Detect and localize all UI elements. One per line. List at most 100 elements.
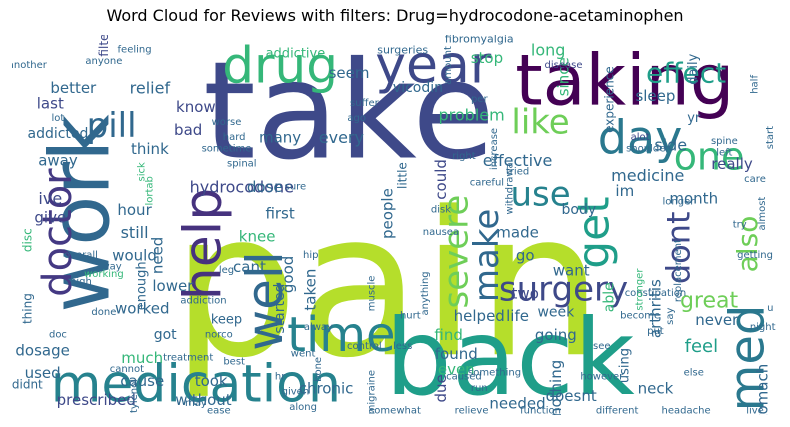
word-ease: ease — [207, 406, 231, 415]
word-surgeries: surgeries — [377, 44, 428, 57]
word-filter: filter — [97, 35, 111, 57]
word-people: people — [378, 188, 396, 239]
word-try: try — [733, 220, 747, 231]
word-caused: caused — [446, 372, 482, 383]
word-drug: drug — [222, 36, 338, 94]
word-hr: hr — [275, 372, 286, 383]
word-control: control — [347, 341, 382, 352]
word-doc: doc — [49, 330, 67, 341]
word-every: every — [319, 128, 364, 147]
word-u: u — [767, 303, 773, 314]
word-getting: getting — [737, 250, 773, 261]
word-think: think — [131, 140, 169, 158]
word-given: given — [282, 387, 310, 398]
word-else: else — [684, 368, 704, 379]
word-week: week — [537, 304, 575, 320]
word-less: less — [393, 341, 412, 352]
word-didnt: didnt — [12, 378, 43, 392]
word-dose: dose — [247, 178, 283, 196]
word-vicodin: vicodin — [393, 80, 443, 96]
word-able: able — [601, 282, 617, 312]
word-night: night — [750, 322, 776, 333]
word-replacement: replacement — [673, 239, 684, 302]
word-alway: alway — [304, 322, 333, 333]
word-relief: relief — [130, 79, 171, 98]
word-cannot: cannot — [110, 364, 144, 375]
word-anything: anything — [420, 271, 431, 315]
word-spinal: spinal — [227, 159, 257, 170]
word-overall: overall — [64, 250, 98, 261]
word-amount: amount — [443, 46, 454, 85]
word-nausea: nausea — [423, 227, 459, 238]
word-find: find — [434, 326, 462, 344]
word-may: may — [185, 398, 207, 409]
word-done: done — [91, 307, 116, 318]
word-care: care — [744, 174, 766, 185]
word-great: great — [680, 289, 739, 314]
word-relieve: relieve — [455, 406, 489, 415]
word-helped: helped — [454, 307, 505, 325]
word-addiction: addiction — [180, 296, 226, 307]
word-know: know — [176, 98, 216, 116]
word-half: half — [750, 75, 761, 94]
word-little: little — [396, 162, 410, 189]
word-along: along — [289, 402, 317, 413]
word-lower: lower — [152, 277, 194, 295]
word-however: however — [580, 372, 624, 383]
word-could: could — [432, 159, 450, 200]
word-problem: problem — [438, 105, 504, 124]
word-cloud: paintakebackworktakingmedicationyeardrug… — [12, 35, 778, 415]
word-treatment: treatment — [163, 353, 213, 364]
word-anyone: anyone — [85, 56, 122, 67]
word-ive: ive — [38, 189, 62, 208]
word-disease: disease — [545, 60, 583, 71]
word-hard: hard — [223, 132, 246, 143]
word-sure: sure — [285, 182, 307, 193]
word-suffer: suffer — [350, 98, 380, 109]
word-took: took — [195, 372, 228, 390]
word-experience: experience — [602, 66, 616, 133]
word-another: another — [12, 60, 48, 71]
word-leg: leg — [219, 265, 234, 276]
word-give: give — [34, 208, 66, 226]
word-left: left — [716, 147, 732, 158]
word-put: put — [647, 326, 664, 337]
word-live: live — [746, 406, 764, 415]
word-long: long — [531, 41, 566, 60]
word-say: say — [665, 307, 676, 324]
chart-title: Word Cloud for Reviews with filters: Dru… — [106, 6, 684, 25]
word-different: different — [596, 406, 639, 415]
word-stop: stop — [471, 49, 503, 67]
word-careful: careful — [470, 178, 504, 189]
word-away: away — [38, 151, 78, 169]
word-stronger: stronger — [635, 268, 646, 311]
word-went: went — [291, 349, 316, 360]
word-best: best — [223, 356, 245, 367]
word-disk: disk — [431, 204, 451, 215]
word-hurt: hurt — [400, 311, 421, 322]
word-neck: neck — [638, 379, 674, 397]
word-muscle: muscle — [367, 276, 378, 312]
word-keep: keep — [211, 313, 242, 328]
word-still: still — [121, 223, 149, 242]
word-two: two — [512, 284, 539, 302]
word-increase: increase — [489, 128, 500, 170]
word-hip: hip — [303, 250, 318, 261]
word-fibromyalgia: fibromyalgia — [445, 35, 514, 45]
word-start: start — [765, 126, 776, 149]
word-right: right — [452, 151, 476, 162]
word-want: want — [553, 262, 590, 280]
word-worse: worse — [212, 117, 242, 128]
word-last: last — [37, 94, 64, 112]
word-tylenol: tylenol — [129, 379, 140, 413]
word-life: life — [506, 307, 529, 325]
word-bad: bad — [174, 121, 202, 139]
word-lot: lot — [52, 113, 65, 124]
word-become: become — [620, 311, 660, 322]
word-first: first — [265, 205, 294, 223]
word-sleep: sleep — [635, 87, 675, 105]
word-made: made — [496, 224, 539, 242]
word-many: many — [259, 129, 301, 147]
word-thing: thing — [20, 293, 34, 324]
word-spine: spine — [711, 136, 738, 147]
